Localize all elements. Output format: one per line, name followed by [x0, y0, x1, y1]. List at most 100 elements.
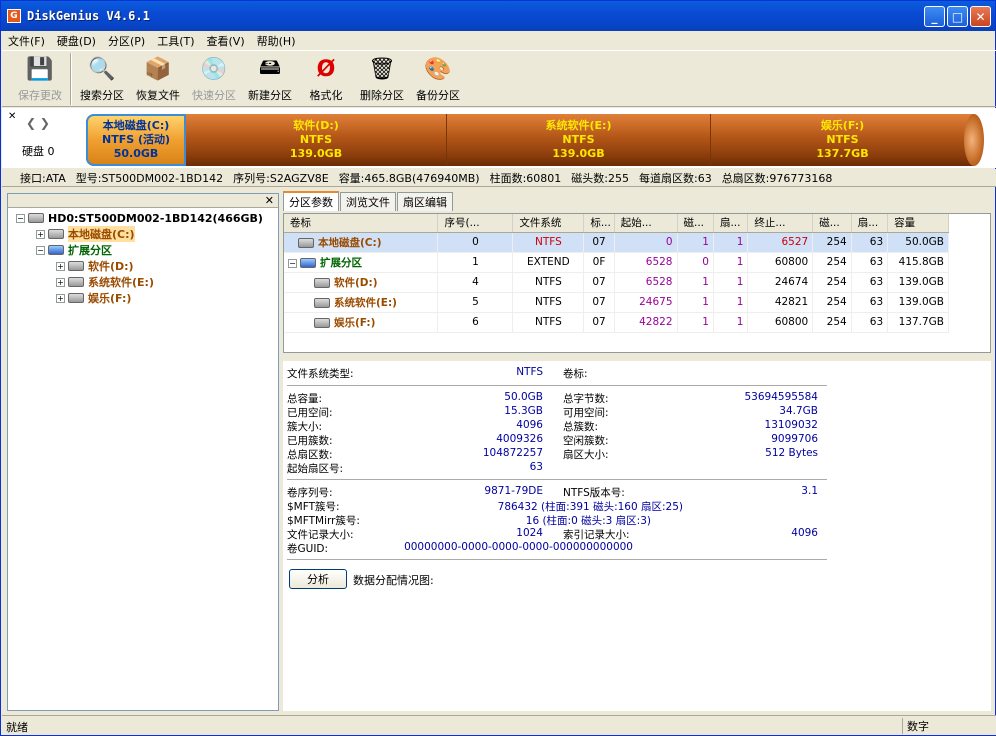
recover-icon: 📦	[144, 56, 172, 82]
table-row[interactable]: 本地磁盘(C:) 0 NTFS 07 011 6527 254 63 50.0GB	[284, 232, 949, 253]
quick-partition-icon: 💿	[200, 56, 228, 82]
window-title: DiskGenius V4.6.1	[27, 9, 150, 23]
backup-icon: 🎨	[424, 56, 452, 82]
minimize-button[interactable]: _	[924, 6, 945, 27]
partition-icon	[298, 237, 314, 248]
col-index[interactable]: 序号(...	[437, 214, 514, 233]
col-end-head[interactable]: 磁...	[812, 214, 852, 233]
partition-detail-pane: 分区参数 浏览文件 扇区编辑 卷标 序号(... 文件系统 标... 起始...…	[283, 191, 991, 711]
search-icon: 🔍	[88, 56, 116, 82]
disk-tree-pane: ✕ − HD0:ST500DM002-1BD142(466GB) + 本地磁盘(C:…	[7, 193, 279, 711]
collapse-icon[interactable]: −	[36, 245, 45, 255]
menu-tools[interactable]: 工具(T)	[151, 33, 200, 49]
partition-icon	[314, 317, 330, 328]
tab-browse-files[interactable]: 浏览文件	[340, 192, 396, 211]
tab-strip: 分区参数 浏览文件 扇区编辑	[283, 191, 991, 211]
tree-node-d[interactable]: + 软件(D:)	[8, 258, 278, 274]
status-text: 就绪	[6, 721, 28, 734]
col-fs[interactable]: 文件系统	[512, 214, 585, 233]
segment-f[interactable]: 娱乐(F:) NTFS 137.7GB	[711, 114, 974, 166]
analyze-button[interactable]: 分析	[289, 569, 347, 589]
delete-partition-button[interactable]: 🗑 删除分区	[354, 52, 410, 106]
delete-icon: 🗑	[368, 56, 396, 82]
extended-partition-icon	[300, 257, 316, 268]
col-start-cyl[interactable]: 起始...	[614, 214, 678, 233]
hard-disk-icon	[28, 213, 44, 223]
tree-node-f[interactable]: + 娱乐(F:)	[8, 290, 278, 306]
col-capacity[interactable]: 容量	[887, 214, 949, 233]
table-row[interactable]: − 扩展分区 1 EXTEND 0F 6528 0 1 60800 254 63 415.8GB	[284, 252, 949, 273]
disk-total-sectors: 总扇区数:976773168	[721, 171, 833, 185]
save-changes-button[interactable]: 💾 保存更改	[12, 52, 68, 106]
tree-node-e[interactable]: + 系统软件(E:)	[8, 274, 278, 290]
new-partition-icon: 🖴	[258, 55, 282, 80]
menu-view[interactable]: 查看(V)	[201, 33, 251, 49]
menu-help[interactable]: 帮助(H)	[251, 33, 302, 49]
close-icon[interactable]: ✕	[8, 111, 16, 122]
col-label[interactable]: 卷标	[284, 214, 439, 233]
menu-partition[interactable]: 分区(P)	[102, 33, 151, 49]
col-end-cyl[interactable]: 终止...	[747, 214, 814, 233]
disk-serial: 序列号:S2AGZV8E	[233, 171, 329, 185]
extended-partition-icon	[48, 245, 64, 255]
collapse-icon[interactable]: −	[288, 258, 297, 268]
numlock-indicator: 数字	[902, 718, 942, 734]
tab-sector-edit[interactable]: 扇区编辑	[397, 192, 453, 211]
recover-files-button[interactable]: 📦 恢复文件	[130, 52, 186, 106]
expand-icon[interactable]: +	[56, 261, 65, 271]
partition-icon	[48, 229, 64, 239]
menu-disk[interactable]: 硬盘(D)	[51, 33, 102, 49]
col-start-sector[interactable]: 扇...	[713, 214, 749, 233]
search-partition-button[interactable]: 🔍 搜索分区	[74, 52, 130, 106]
partition-table: 卷标 序号(... 文件系统 标... 起始... 磁... 扇... 终止..…	[283, 213, 991, 353]
col-start-head[interactable]: 磁...	[677, 214, 714, 233]
table-row[interactable]: 系统软件(E:) 5 NTFS 07 24675 1 1 42821 254 63 139.0…	[284, 292, 949, 313]
expand-icon[interactable]: +	[36, 229, 45, 239]
segment-c[interactable]: 本地磁盘(C:) NTFS (活动) 50.0GB	[86, 114, 186, 166]
expand-icon[interactable]: +	[56, 277, 65, 287]
tab-partition-params[interactable]: 分区参数	[283, 191, 339, 211]
tree-node-disk[interactable]: − HD0:ST500DM002-1BD142(466GB)	[8, 210, 278, 226]
tree-node-c[interactable]: + 本地磁盘(C:)	[8, 226, 278, 242]
disk-map: ✕ ❮ ❯ 硬盘 0 本地磁盘(C:) NTFS (活动) 50.0GB 软件(D:…	[2, 108, 996, 168]
new-partition-button[interactable]: 🖴 新建分区	[242, 52, 298, 106]
partition-icon	[68, 293, 84, 303]
segment-e[interactable]: 系统软件(E:) NTFS 139.0GB	[447, 114, 711, 166]
partition-icon	[68, 261, 84, 271]
disk-capacity: 容量:465.8GB(476940MB)	[338, 171, 480, 185]
data-allocation-label: 数据分配情况图:	[353, 574, 434, 587]
backup-partition-button[interactable]: 🎨 备份分区	[410, 52, 466, 106]
col-end-sector[interactable]: 扇...	[851, 214, 889, 233]
segment-d[interactable]: 软件(D:) NTFS 139.0GB	[186, 114, 447, 166]
disk-heads: 磁头数:255	[571, 171, 629, 185]
disk-cylinders: 柱面数:60801	[489, 171, 562, 185]
disk-spt: 每道扇区数:63	[638, 171, 712, 185]
disk-label: 硬盘 0	[22, 145, 55, 158]
table-row[interactable]: 娱乐(F:) 6 NTFS 07 42822 1 1 60800 254 63 137.7GB	[284, 312, 949, 333]
disk-tree: − HD0:ST500DM002-1BD142(466GB) + 本地磁盘(C:) …	[8, 208, 278, 306]
status-bar: 就绪 数字	[2, 715, 996, 735]
title-bar: G DiskGenius V4.6.1 _ □ ✕	[1, 1, 995, 31]
partition-icon	[314, 297, 330, 308]
disk-nav-arrows-icon[interactable]: ❮ ❯	[26, 116, 50, 130]
maximize-button[interactable]: □	[947, 6, 968, 27]
menu-file[interactable]: 文件(F)	[2, 33, 51, 49]
close-icon[interactable]: ✕	[265, 194, 274, 207]
quick-partition-button[interactable]: 💿 快速分区	[186, 52, 242, 106]
format-icon: Ø	[316, 56, 336, 82]
collapse-icon[interactable]: −	[16, 213, 25, 223]
save-icon: 💾	[26, 56, 54, 82]
disk-partition-bar: 本地磁盘(C:) NTFS (活动) 50.0GB 软件(D:) NTFS 139.0G…	[86, 114, 984, 166]
table-row[interactable]: 软件(D:) 4 NTFS 07 6528 1 1 24674 254 63 139.0GB	[284, 272, 949, 293]
expand-icon[interactable]: +	[56, 293, 65, 303]
app-icon: G	[7, 9, 21, 23]
partition-icon	[68, 277, 84, 287]
disk-model: 型号:ST500DM002-1BD142	[75, 171, 224, 185]
close-button[interactable]: ✕	[970, 6, 991, 27]
table-header: 卷标 序号(... 文件系统 标... 起始... 磁... 扇... 终止..…	[284, 214, 949, 233]
format-button[interactable]: Ø 格式化	[298, 52, 354, 106]
toolbar: 💾 保存更改 🔍 搜索分区 📦 恢复文件 💿 快速分区 🖴 新建分区 Ø 格式化 🗑 删除分区…	[2, 52, 996, 107]
tree-node-extended[interactable]: − 扩展分区	[8, 242, 278, 258]
disk-info-bar: 接口:ATA 型号:ST500DM002-1BD142 序列号:S2AGZV8E…	[2, 169, 996, 187]
col-id[interactable]: 标...	[583, 214, 615, 233]
